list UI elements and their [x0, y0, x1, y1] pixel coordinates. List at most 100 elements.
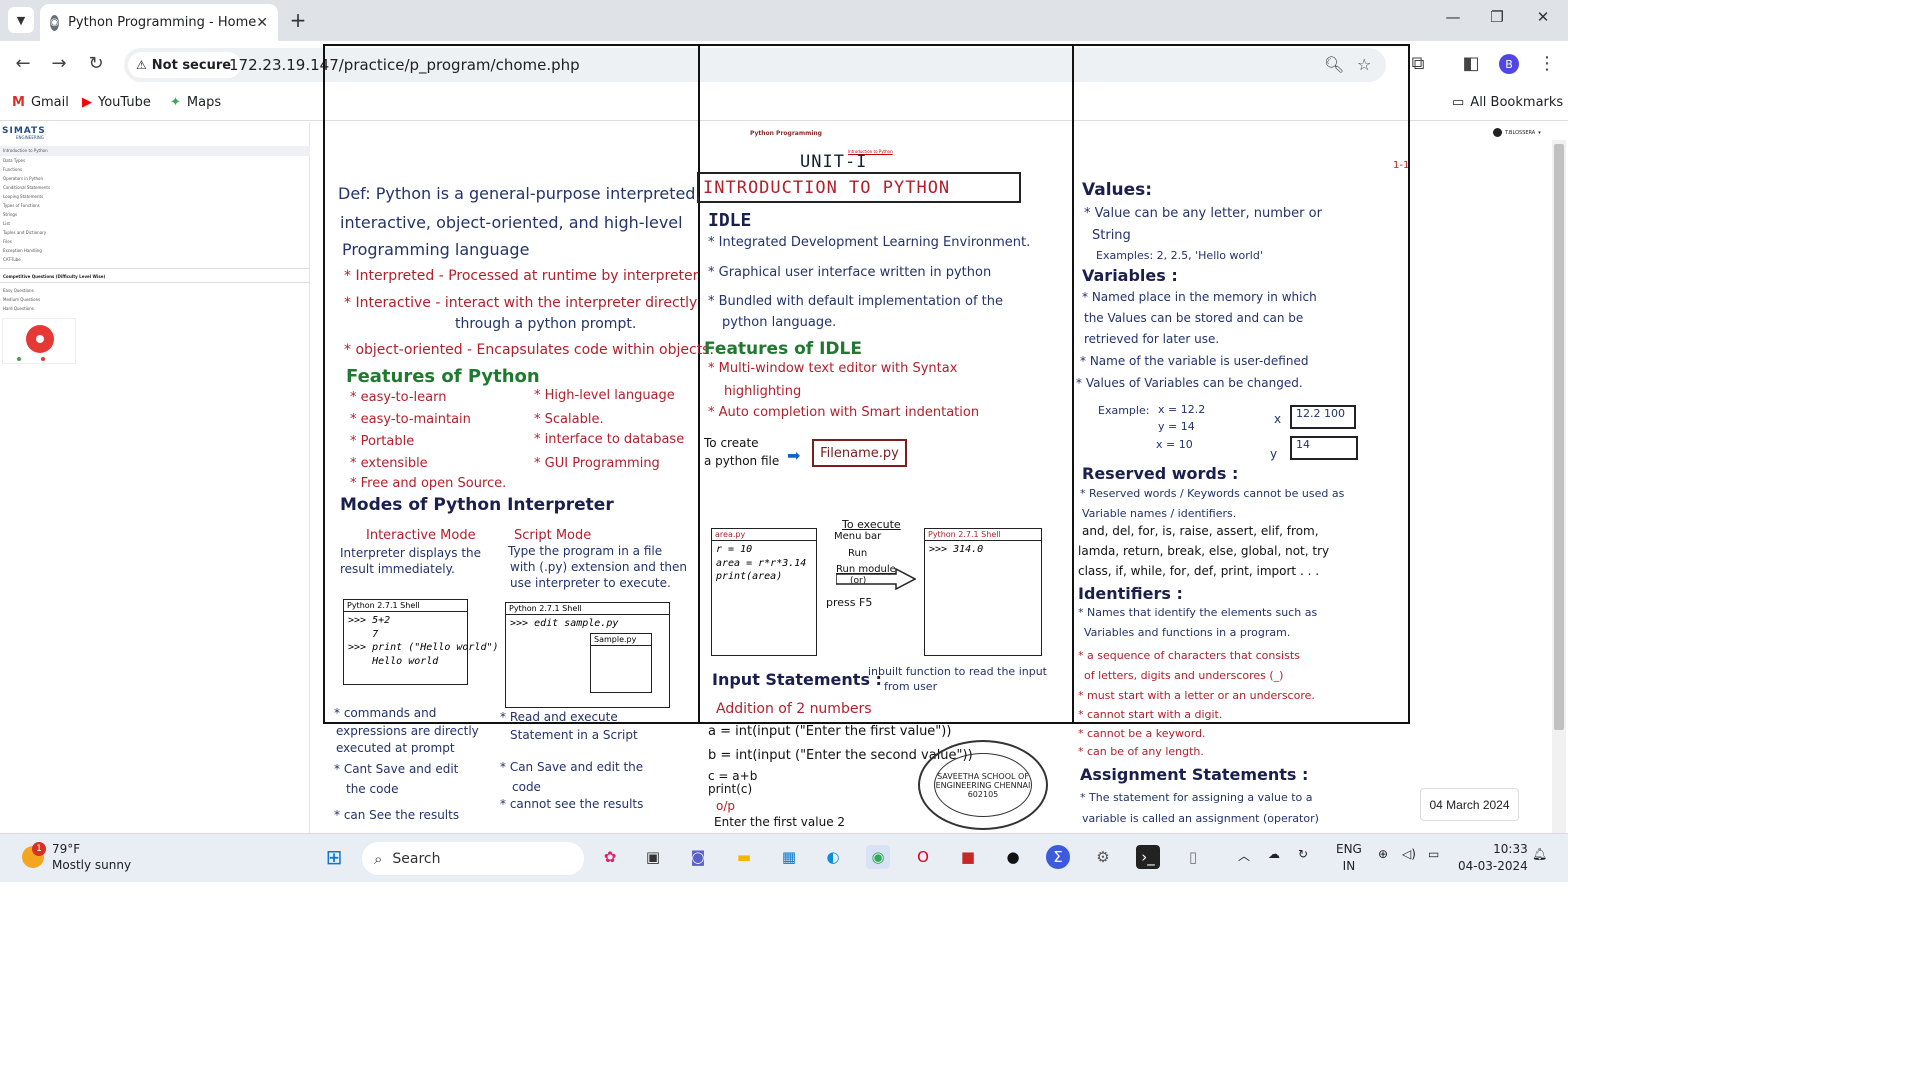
stamp-text: SAVEETHA SCHOOL OF ENGINEERING CHENNAI 6… — [934, 753, 1032, 817]
note-text: To create — [704, 436, 759, 450]
code-line: print(c) — [708, 782, 753, 796]
sidebar-item[interactable]: Looping Statements — [3, 194, 43, 199]
app-icon[interactable]: ■ — [956, 845, 980, 869]
github-icon[interactable]: ● — [1001, 845, 1025, 869]
notes-heading: INTRODUCTION TO PYTHON — [697, 172, 1021, 203]
sidebar-item[interactable]: Operators in Python — [3, 176, 43, 181]
youtube-icon: ▶ — [82, 95, 92, 110]
note-text: y = 14 — [1158, 420, 1195, 433]
sidebar-item[interactable]: CAT-Tube — [3, 257, 21, 262]
forward-icon[interactable]: → — [46, 53, 72, 74]
clock[interactable]: 10:33 04-03-2024 — [1458, 841, 1528, 875]
new-tab-icon[interactable]: + — [286, 8, 310, 32]
notepad-icon[interactable]: ▯ — [1181, 845, 1205, 869]
cloud-icon[interactable]: ☁ — [1268, 847, 1280, 861]
note-text: * Interactive - interact with the interp… — [344, 295, 698, 311]
sidebar-item[interactable]: Types of Functions — [3, 203, 40, 208]
windows-start-icon[interactable]: ⊞ — [322, 845, 346, 869]
edge-icon[interactable]: ◐ — [821, 845, 845, 869]
close-window-icon[interactable]: ✕ — [1528, 8, 1558, 26]
note-text: * Bundled with default implementation of… — [708, 294, 1003, 309]
weather-widget[interactable]: 1 79°F Mostly sunny — [22, 841, 131, 873]
date: 04-03-2024 — [1458, 858, 1528, 873]
store-icon[interactable]: ▦ — [777, 845, 801, 869]
sidebar-question[interactable]: Hard Questions — [3, 306, 34, 311]
settings-gear-icon[interactable]: ⚙ — [1091, 845, 1115, 869]
profile-avatar[interactable]: B — [1499, 54, 1519, 74]
mode-label: Interactive Mode — [366, 528, 476, 543]
script-window-sketch: Python 2.7.1 Shell >>> edit sample.py Sa… — [505, 602, 670, 708]
sidebar-item[interactable]: Conditional Statements — [3, 185, 50, 190]
reload-icon[interactable]: ↻ — [83, 53, 109, 74]
security-chip[interactable]: ⚠ Not secure — [128, 52, 242, 78]
chrome-icon[interactable]: ◉ — [866, 845, 890, 869]
note-text: from user — [884, 680, 938, 693]
opera-icon[interactable]: O — [911, 845, 935, 869]
note-text: x = 12.2 — [1158, 403, 1206, 416]
site-favicon-icon: ◉ — [50, 14, 60, 31]
volume-icon[interactable]: ◁) — [1402, 847, 1416, 861]
sidebar-item[interactable]: Strings — [3, 212, 17, 217]
copilot-icon[interactable]: ✿ — [598, 845, 622, 869]
tab-python-programming[interactable]: ◉ Python Programming - Home ✕ — [40, 4, 278, 41]
note-text: variable is called an assignment (operat… — [1082, 812, 1319, 825]
vertical-scrollbar[interactable] — [1552, 140, 1566, 833]
sidebar-item[interactable]: Functions — [3, 167, 22, 172]
notifications-bell-icon[interactable]: 🔔︎ — [1532, 847, 1547, 861]
all-bookmarks[interactable]: ▭ All Bookmarks — [1452, 95, 1563, 110]
sidebar-item[interactable]: Introduction to Python — [3, 148, 48, 153]
bookmark-gmail[interactable]: M Gmail — [12, 95, 69, 110]
feature-item: * Portable — [350, 434, 415, 449]
note-text: Variable names / identifiers. — [1082, 507, 1237, 520]
sidebar-item[interactable]: Exception Handling — [3, 248, 42, 253]
weather-desc: Mostly sunny — [52, 858, 132, 873]
note-text: * commands and — [334, 706, 437, 720]
input-heading: Input Statements : — [712, 670, 882, 689]
network-icon[interactable]: ⊕ — [1378, 847, 1388, 861]
lang-code: ENG — [1336, 842, 1362, 856]
note-text: * must start with a letter or an undersc… — [1078, 689, 1315, 702]
teams-icon[interactable]: ◙ — [686, 845, 710, 869]
note-text: Examples: 2, 2.5, 'Hello world' — [1096, 249, 1263, 262]
language-indicator[interactable]: ENG IN — [1336, 841, 1362, 875]
tray-chevron-icon[interactable]: ︿ — [1238, 847, 1250, 864]
back-icon[interactable]: ← — [10, 53, 36, 74]
restore-icon[interactable]: ❐ — [1482, 8, 1512, 26]
sidebar-item[interactable]: List — [3, 221, 10, 226]
sidebar-item[interactable]: Data Types — [3, 158, 25, 163]
taskbar: 1 79°F Mostly sunny ⊞ ⌕ Search ✿ ▣ ◙ ▬ ▦… — [0, 833, 1568, 882]
sidebar-question[interactable]: Medium Questions — [3, 297, 40, 302]
task-view-icon[interactable]: ▣ — [641, 845, 665, 869]
sigma-icon[interactable]: Σ — [1046, 845, 1070, 869]
note-text: x = 10 — [1156, 438, 1193, 451]
file-explorer-icon[interactable]: ▬ — [732, 845, 756, 869]
battery-icon[interactable]: ▭ — [1428, 847, 1439, 861]
file-body: r = 10 area = r*r*3.14 print(area) — [716, 544, 807, 582]
sidebar-item[interactable]: Files — [3, 239, 12, 244]
user-menu[interactable]: T.BLOSSERA ▾ — [1493, 128, 1541, 137]
side-panel-icon[interactable]: ◧ — [1458, 53, 1484, 74]
note-text: * cannot see the results — [500, 797, 644, 811]
sidebar-item[interactable]: Tuples and Dictionary — [3, 230, 46, 235]
note-text: Addition of 2 numbers — [716, 701, 872, 717]
sync-icon[interactable]: ↻ — [1298, 847, 1308, 861]
close-tab-icon[interactable]: ✕ — [256, 15, 268, 31]
sidebar-section-title[interactable]: Competitive Questions (Difficulty Level … — [3, 274, 105, 279]
bookmark-youtube[interactable]: ▶ YouTube — [82, 95, 151, 110]
bookmark-maps[interactable]: ✦ Maps — [170, 95, 221, 110]
terminal-icon[interactable]: ›_ — [1136, 845, 1160, 869]
sidebar-question[interactable]: Easy Questions — [3, 288, 34, 293]
folder-icon: ▭ — [1452, 95, 1465, 110]
note-text: a python file — [704, 454, 780, 468]
note-text: * Value can be any letter, number or — [1084, 206, 1322, 221]
tab-search-chevron-icon[interactable]: ▼ — [8, 7, 34, 33]
security-label: Not secure — [151, 57, 232, 73]
note-text: Statement in a Script — [510, 728, 638, 742]
scrollbar-thumb[interactable] — [1554, 144, 1564, 730]
menu-kebab-icon[interactable]: ⋮ — [1534, 53, 1560, 74]
minimize-icon[interactable]: — — [1438, 8, 1468, 26]
area-file-sketch: area.py r = 10 area = r*r*3.14 print(are… — [711, 528, 817, 656]
note-text: highlighting — [724, 384, 802, 399]
taskbar-search[interactable]: ⌕ Search — [362, 842, 584, 875]
divider — [0, 268, 310, 269]
